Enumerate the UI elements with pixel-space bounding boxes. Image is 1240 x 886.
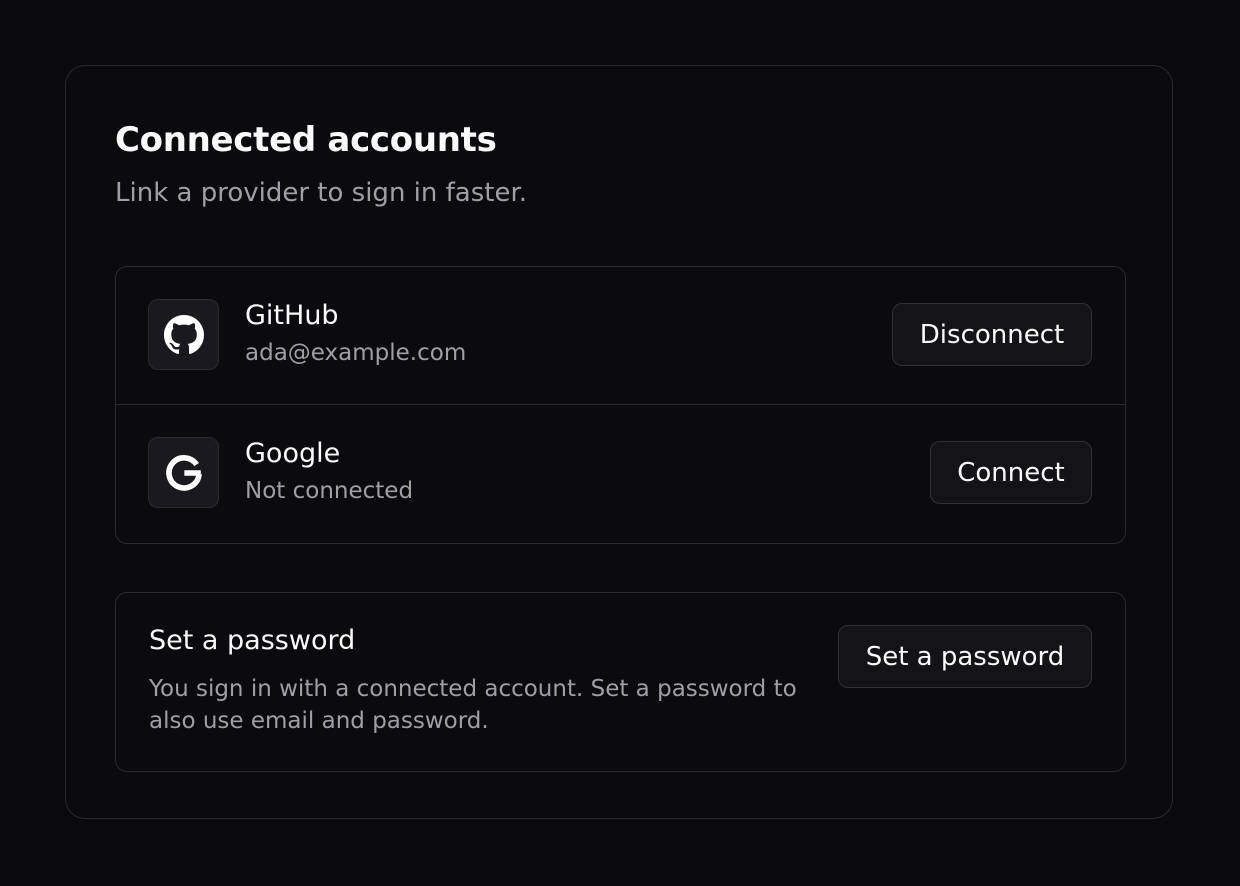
set-password-title: Set a password bbox=[149, 625, 356, 656]
connect-google-button[interactable]: Connect bbox=[930, 441, 1092, 504]
set-password-button[interactable]: Set a password bbox=[838, 625, 1092, 688]
page-subtitle: Link a provider to sign in faster. bbox=[115, 178, 528, 208]
page-title: Connected accounts bbox=[115, 120, 497, 160]
provider-name: GitHub bbox=[245, 300, 339, 331]
connected-accounts-card: Connected accounts Link a provider to si… bbox=[65, 65, 1173, 819]
set-password-section: Set a password You sign in with a connec… bbox=[115, 592, 1126, 772]
provider-list: GitHub ada@example.com Disconnect Google… bbox=[115, 266, 1126, 544]
google-icon bbox=[148, 437, 219, 508]
github-icon bbox=[148, 299, 219, 370]
set-password-description: You sign in with a connected account. Se… bbox=[149, 676, 797, 734]
disconnect-github-button[interactable]: Disconnect bbox=[892, 303, 1092, 366]
provider-row-google: Google Not connected Connect bbox=[116, 405, 1125, 542]
provider-name: Google bbox=[245, 438, 341, 469]
provider-email: ada@example.com bbox=[245, 340, 467, 366]
provider-status: Not connected bbox=[245, 478, 414, 504]
provider-row-github: GitHub ada@example.com Disconnect bbox=[116, 267, 1125, 405]
